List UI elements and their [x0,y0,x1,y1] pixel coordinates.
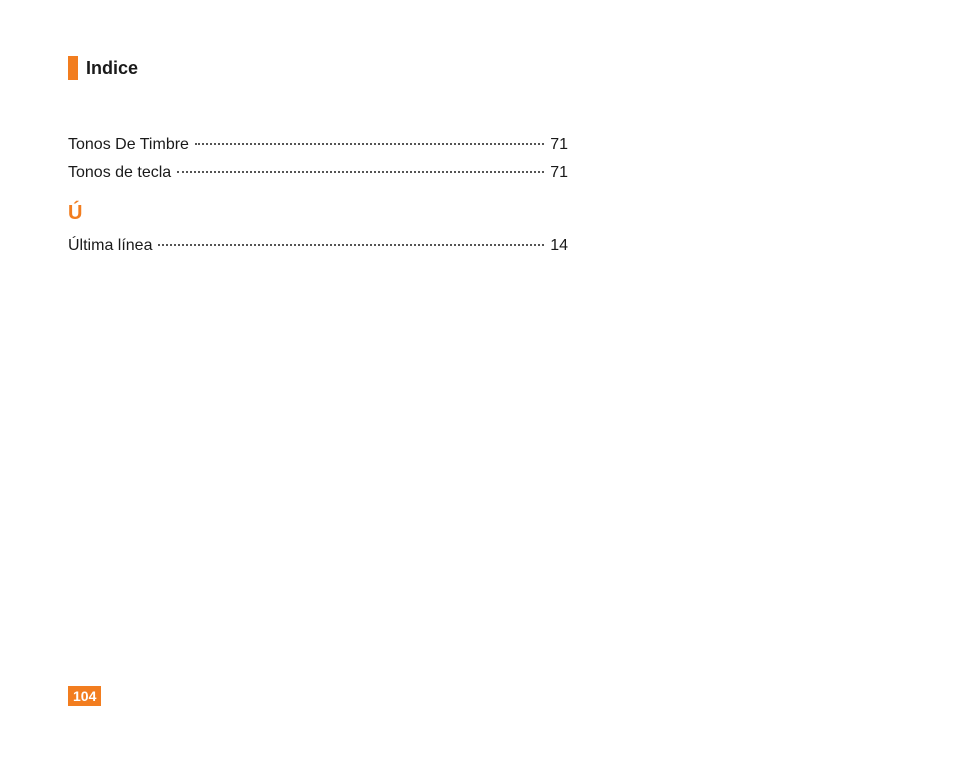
toc-entry-page: 14 [546,237,568,255]
toc-entry-label: Última línea [68,237,156,255]
toc-entry[interactable]: Última línea 14 [68,237,568,255]
toc-dots-leader [195,143,544,145]
page-number-badge: 104 [68,686,101,706]
toc-entry-page: 71 [546,136,568,154]
toc-section-letter: Ú [68,202,568,225]
toc-entry[interactable]: Tonos de tecla 71 [68,164,568,182]
toc-dots-leader [158,244,544,246]
toc-entry-label: Tonos de tecla [68,164,175,182]
header-accent-bar [68,56,78,80]
toc-entry[interactable]: Tonos De Timbre 71 [68,136,568,154]
toc-entry-page: 71 [546,164,568,182]
page-header: Indice [68,56,886,80]
toc-dots-leader [177,171,544,173]
page-title: Indice [86,58,138,79]
toc-entry-label: Tonos De Timbre [68,136,193,154]
toc-section: Tonos De Timbre 71 Tonos de tecla 71 Ú Ú… [68,136,568,255]
